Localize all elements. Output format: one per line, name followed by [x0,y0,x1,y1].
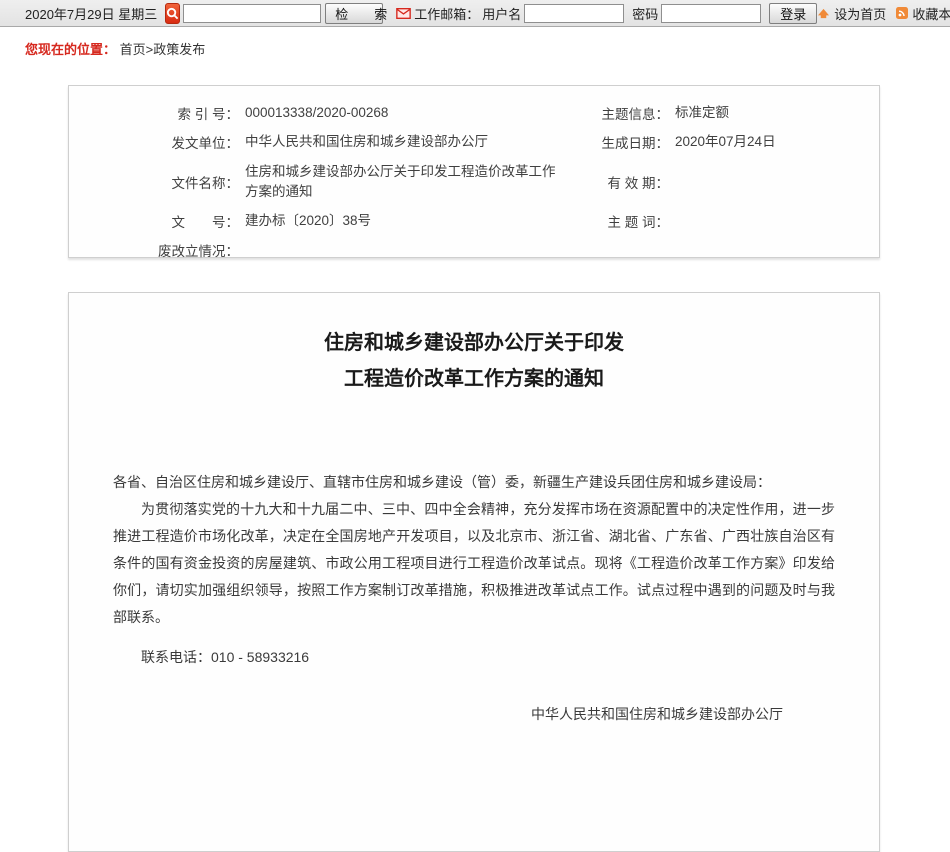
current-date: 2020年7月29日 星期三 [25,4,157,23]
meta-label-repeal-status: 废改立情况： [127,240,245,260]
meta-label-file-name: 文件名称： [127,172,245,192]
meta-label-generate-date: 生成日期： [585,132,675,152]
meta-label-topic-info: 主题信息： [585,103,675,123]
login-button[interactable]: 登录 [769,3,817,24]
document-content-panel: 住房和城乡建设部办公厅关于印发 工程造价改革工作方案的通知 各省、自治区住房和城… [68,292,880,852]
meta-value-file-name: 住房和城乡建设部办公厅关于印发工程造价改革工作方案的通知 [245,162,585,203]
username-label: 用户名 [482,4,521,23]
breadcrumb: 您现在的位置： 首页>政策发布 [0,27,950,68]
bookmark-link[interactable]: 收藏本站 [912,4,950,23]
document-title: 住房和城乡建设部办公厅关于印发 工程造价改革工作方案的通知 [113,325,835,397]
document-title-line2: 工程造价改革工作方案的通知 [113,361,835,397]
breadcrumb-path[interactable]: 首页>政策发布 [120,42,206,57]
password-label: 密码 [632,4,658,23]
search-input[interactable] [183,4,321,23]
document-body: 各省、自治区住房和城乡建设厅、直辖市住房和城乡建设（管）委，新疆生产建设兵团住房… [113,469,835,728]
set-home-icon [817,8,830,19]
document-metadata-panel: 索 引 号： 000013338/2020-00268 主题信息： 标准定额 发… [68,85,880,258]
metadata-grid: 索 引 号： 000013338/2020-00268 主题信息： 标准定额 发… [69,86,879,260]
document-salutation: 各省、自治区住房和城乡建设厅、直辖市住房和城乡建设（管）委，新疆生产建设兵团住房… [113,469,835,496]
meta-label-issuing-unit: 发文单位： [127,132,245,152]
set-home-link[interactable]: 设为首页 [834,4,886,23]
document-paragraph: 为贯彻落实党的十九大和十九届二中、三中、四中全会精神，充分发挥市场在资源配置中的… [113,496,835,631]
meta-value-generate-date: 2020年07月24日 [675,132,859,152]
meta-label-doc-number: 文 号： [127,211,245,231]
work-email-label: 工作邮箱： [414,4,479,23]
meta-label-subject-words: 主 题 词： [585,211,675,231]
meta-value-doc-number: 建办标〔2020〕38号 [245,211,585,231]
password-field[interactable] [661,4,761,23]
document-signature: 中华人民共和国住房和城乡建设部办公厅 [113,701,835,728]
retrieve-button[interactable]: 检 索 [325,3,383,24]
username-field[interactable] [524,4,624,23]
meta-value-index-number: 000013338/2020-00268 [245,103,585,123]
meta-label-index-number: 索 引 号： [127,103,245,123]
meta-value-issuing-unit: 中华人民共和国住房和城乡建设部办公厅 [245,132,585,152]
meta-value-topic-info: 标准定额 [675,103,859,123]
document-title-line1: 住房和城乡建设部办公厅关于印发 [113,325,835,361]
bookmark-icon [896,7,908,19]
meta-label-validity: 有 效 期： [585,172,675,192]
search-icon[interactable] [165,3,180,24]
contact-phone: 联系电话：010 - 58933216 [113,644,835,671]
mail-icon [396,8,411,19]
topbar-right-links: 设为首页 收藏本站 [817,4,950,23]
breadcrumb-location-label: 您现在的位置： [25,42,116,57]
topbar: 2020年7月29日 星期三 检 索 工作邮箱： 用户名 密码 登录 设为首页 [0,0,950,27]
